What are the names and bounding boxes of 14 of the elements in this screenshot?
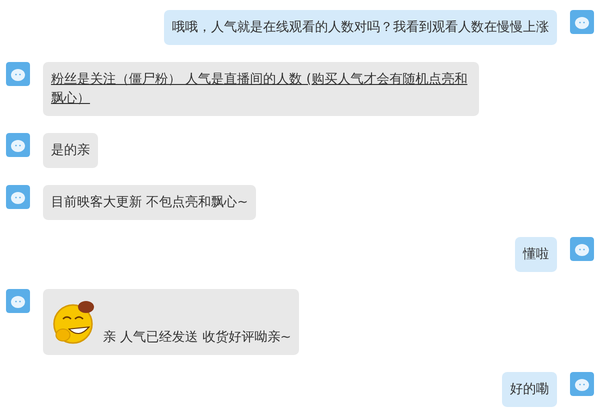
message-text: 哦哦，人气就是在线观看的人数对吗？我看到观看人数在慢慢上涨 <box>172 19 549 37</box>
message-text: 粉丝是关注（僵尸粉） 人气是直播间的人数 (购买人气才会有随机点亮和飘心） <box>51 71 468 108</box>
message-text: 是的亲 <box>51 142 90 160</box>
avatar-icon <box>6 185 30 209</box>
message-text: 目前映客大更新 不包点亮和飘心~ <box>51 194 248 212</box>
avatar-icon <box>570 237 594 261</box>
avatar-icon <box>570 372 594 396</box>
avatar-icon <box>570 10 594 34</box>
message-text: 好的嘞 <box>510 381 549 399</box>
message-text: 亲 人气已经发送 收货好评呦亲~ <box>103 329 292 347</box>
avatar-icon <box>6 133 30 157</box>
message-text: 懂啦 <box>523 246 549 264</box>
avatar-icon <box>6 289 30 313</box>
avatar-icon <box>6 62 30 86</box>
